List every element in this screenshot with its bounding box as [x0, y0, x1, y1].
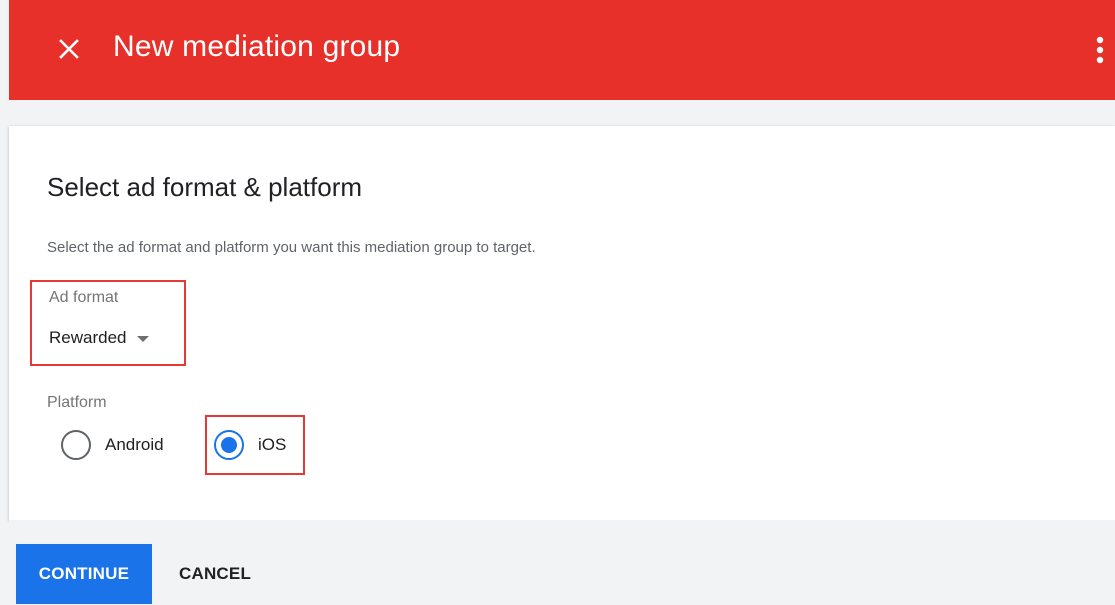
platform-option-android[interactable]: Android	[61, 430, 164, 460]
dropdown-arrow-icon	[136, 336, 149, 342]
more-vert-icon	[1096, 36, 1104, 64]
page: New mediation group Select ad format & p…	[0, 0, 1115, 605]
platform-option-label: iOS	[258, 435, 287, 454]
continue-button[interactable]: CONTINUE	[16, 544, 152, 604]
ad-format-value: Rewarded	[49, 328, 127, 347]
card-title: Select ad format & platform	[47, 172, 363, 202]
radio-unchecked-icon[interactable]	[61, 430, 91, 460]
format-platform-card: Select ad format & platform Select the a…	[9, 126, 1115, 520]
ad-format-select[interactable]: Rewarded	[49, 326, 149, 350]
app-header: New mediation group	[9, 0, 1115, 100]
action-bar: CONTINUE CANCEL	[9, 520, 1115, 605]
platform-option-ios[interactable]: iOS	[214, 430, 286, 460]
close-icon	[59, 39, 79, 59]
more-options-button[interactable]	[1091, 32, 1109, 68]
card-description: Select the ad format and platform you wa…	[47, 239, 536, 256]
close-button[interactable]	[53, 33, 85, 65]
page-title: New mediation group	[113, 30, 401, 63]
cancel-button[interactable]: CANCEL	[169, 544, 261, 604]
platform-option-label: Android	[105, 435, 164, 454]
platform-label: Platform	[47, 394, 107, 411]
radio-dot	[221, 437, 237, 453]
ad-format-label: Ad format	[49, 289, 119, 306]
radio-checked-icon[interactable]	[214, 430, 244, 460]
